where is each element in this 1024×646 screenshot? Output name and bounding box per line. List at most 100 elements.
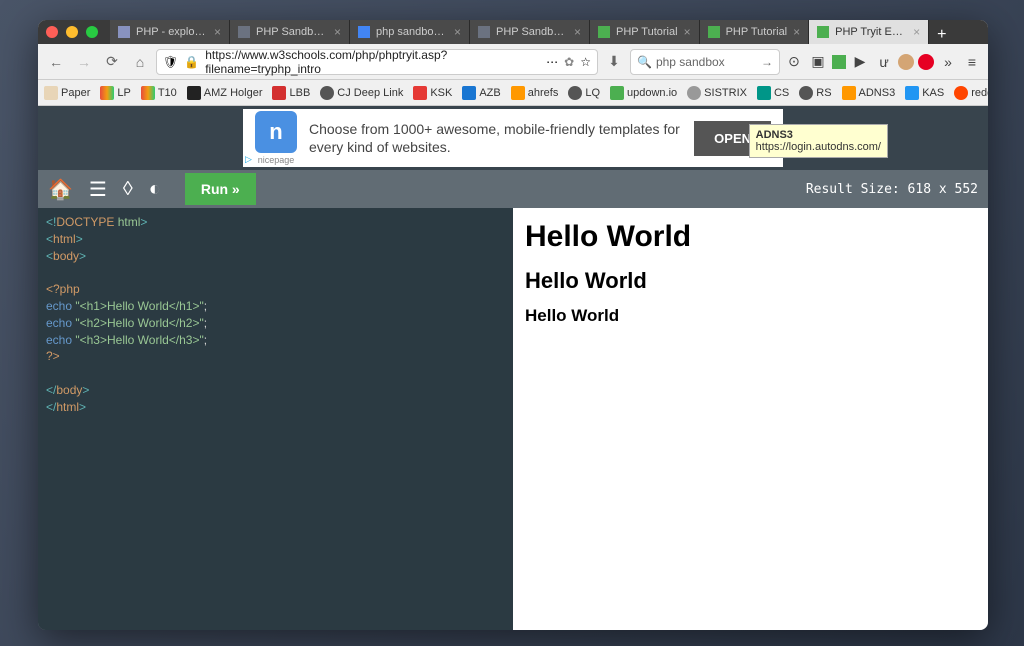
bookmark-label: LQ xyxy=(585,87,600,99)
forward-button[interactable]: → xyxy=(72,50,96,74)
bookmark-item[interactable]: LP xyxy=(100,86,130,100)
bookmark-item[interactable]: ADNS3 xyxy=(842,86,896,100)
bookmark-label: KSK xyxy=(430,87,452,99)
output-h2: Hello World xyxy=(525,268,976,294)
code-line: echo "<h3>Hello World</h3>"; xyxy=(46,332,505,349)
search-text: php sandbox xyxy=(656,55,725,69)
browser-tab[interactable]: PHP - explode - S × xyxy=(110,20,230,44)
close-window-button[interactable] xyxy=(46,26,58,38)
home-icon[interactable]: 🏠 xyxy=(48,177,73,202)
bookmark-item[interactable]: KAS xyxy=(905,86,944,100)
bookmark-item[interactable]: SISTRIX xyxy=(687,86,747,100)
close-tab-icon[interactable]: × xyxy=(454,25,461,39)
theme-icon[interactable]: ◐ xyxy=(149,178,161,201)
bookmark-favicon xyxy=(610,86,624,100)
reader-icon[interactable]: ✿ xyxy=(564,55,574,69)
close-tab-icon[interactable]: × xyxy=(214,25,221,39)
bookmark-item[interactable]: AMZ Holger xyxy=(187,86,263,100)
bookmark-favicon xyxy=(44,86,58,100)
bookmark-favicon xyxy=(320,86,334,100)
browser-tab[interactable]: PHP Sandbox, te× xyxy=(470,20,590,44)
bookmark-label: ahrefs xyxy=(528,87,559,99)
player-icon[interactable]: ▶ xyxy=(850,52,870,72)
bookmark-item[interactable]: ahrefs xyxy=(511,86,559,100)
home-button[interactable]: ⌂ xyxy=(128,50,152,74)
url-input[interactable]: 🛡 🔒 https://www.w3schools.com/php/phptry… xyxy=(156,49,598,75)
extension-cat-icon[interactable] xyxy=(898,54,914,70)
reload-button[interactable]: ⟳ xyxy=(100,50,124,74)
bookmark-item[interactable]: CS xyxy=(757,86,789,100)
tab-title: PHP Sandbox, te xyxy=(256,26,328,38)
browser-tab[interactable]: PHP Tutorial × xyxy=(700,20,810,44)
bookmark-item[interactable]: CJ Deep Link xyxy=(320,86,403,100)
bookmark-label: LP xyxy=(117,87,130,99)
favicon xyxy=(358,26,370,38)
minimize-window-button[interactable] xyxy=(66,26,78,38)
bookmark-item[interactable]: reddit macOS xyxy=(954,86,988,100)
search-input[interactable]: 🔍 php sandbox → xyxy=(630,49,780,75)
bookmark-favicon xyxy=(842,86,856,100)
bookmark-label: ADNS3 xyxy=(859,87,896,99)
bookmark-item[interactable]: RS xyxy=(799,86,831,100)
code-line: </html> xyxy=(46,399,505,416)
menu-icon[interactable]: ☰ xyxy=(89,177,107,202)
shield-icon[interactable]: 🛡 xyxy=(163,55,178,69)
bookmark-item[interactable]: Paper xyxy=(44,86,90,100)
more-icon[interactable]: ⋯ xyxy=(546,55,558,69)
bookmark-item[interactable]: LQ xyxy=(568,86,600,100)
code-line: echo "<h2>Hello World</h2>"; xyxy=(46,315,505,332)
url-text: https://www.w3schools.com/php/phptryit.a… xyxy=(205,48,540,76)
tab-title: PHP - explode - S xyxy=(136,26,208,38)
menu-icon[interactable]: ≡ xyxy=(962,52,982,72)
bookmark-item[interactable]: AZB xyxy=(462,86,500,100)
close-tab-icon[interactable]: × xyxy=(334,25,341,39)
rotate-icon[interactable]: ◊ xyxy=(123,178,133,201)
code-line: <html> xyxy=(46,231,505,248)
containers-icon[interactable]: ▣ xyxy=(808,52,828,72)
bookmark-item[interactable]: T10 xyxy=(141,86,177,100)
back-button[interactable]: ← xyxy=(44,50,68,74)
close-tab-icon[interactable]: × xyxy=(913,25,920,39)
browser-tab-active[interactable]: PHP Tryit Editor v× xyxy=(809,20,929,44)
bookmark-item[interactable]: LBB xyxy=(272,86,310,100)
bookmark-label: LBB xyxy=(289,87,310,99)
bookmarks-bar: Paper LP T10 AMZ Holger LBB CJ Deep Link… xyxy=(38,80,988,106)
ext-icon[interactable]: ư xyxy=(874,52,894,72)
run-button[interactable]: Run » xyxy=(185,173,256,205)
maximize-window-button[interactable] xyxy=(86,26,98,38)
page-content: n nicepage Choose from 1000+ awesome, mo… xyxy=(38,106,988,630)
tab-title: PHP Tutorial xyxy=(616,26,678,38)
bookmark-label: T10 xyxy=(158,87,177,99)
go-icon[interactable]: → xyxy=(761,55,773,69)
adchoices-icon[interactable]: ▷ xyxy=(245,154,252,165)
bookmark-item[interactable]: updown.io xyxy=(610,86,677,100)
browser-tabs: PHP - explode - S × PHP Sandbox, te × php … xyxy=(110,20,980,44)
bookmark-favicon xyxy=(187,86,201,100)
pocket-icon[interactable]: ⊙ xyxy=(784,52,804,72)
extension-icon[interactable] xyxy=(832,55,846,69)
bookmark-label: CJ Deep Link xyxy=(337,87,403,99)
downloads-button[interactable]: ⬇ xyxy=(602,50,626,74)
bookmark-label: CS xyxy=(774,87,789,99)
advertisement[interactable]: n nicepage Choose from 1000+ awesome, mo… xyxy=(243,109,783,167)
bookmark-favicon xyxy=(954,86,968,100)
close-tab-icon[interactable]: × xyxy=(684,25,691,39)
browser-tab[interactable]: php sandbox - Go× xyxy=(350,20,470,44)
close-tab-icon[interactable]: × xyxy=(574,25,581,39)
overflow-icon[interactable]: » xyxy=(938,52,958,72)
bookmark-favicon xyxy=(687,86,701,100)
editor-panes: <!DOCTYPE html> <html> <body> <?php echo… xyxy=(38,208,988,630)
star-icon[interactable]: ☆ xyxy=(580,55,591,69)
tab-title: PHP Tutorial xyxy=(726,26,788,38)
favicon xyxy=(817,26,829,38)
close-tab-icon[interactable]: × xyxy=(793,25,800,39)
pinterest-icon[interactable] xyxy=(918,54,934,70)
bookmark-item[interactable]: KSK xyxy=(413,86,452,100)
browser-tab[interactable]: PHP Tutorial × xyxy=(590,20,700,44)
new-tab-button[interactable]: + xyxy=(929,26,954,44)
code-editor[interactable]: <!DOCTYPE html> <html> <body> <?php echo… xyxy=(38,208,513,630)
browser-window: PHP - explode - S × PHP Sandbox, te × php … xyxy=(38,20,988,630)
code-line: </body> xyxy=(46,382,505,399)
browser-tab[interactable]: PHP Sandbox, te × xyxy=(230,20,350,44)
bookmark-favicon xyxy=(413,86,427,100)
